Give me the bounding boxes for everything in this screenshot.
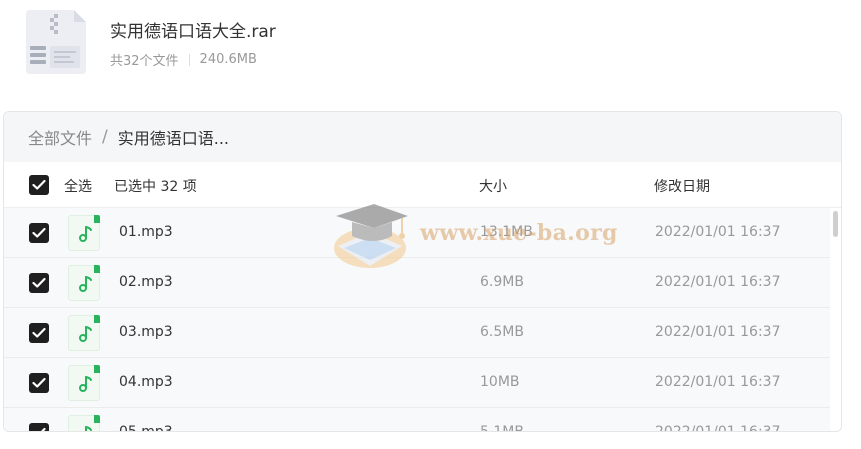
archive-meta: 共32个文件 240.6MB	[110, 50, 257, 69]
file-date: 2022/01/01 16:37	[655, 224, 781, 240]
selected-count: 已选中 32 项	[114, 179, 197, 195]
archive-header: 实用德语口语大全.rar 共32个文件 240.6MB	[0, 0, 861, 100]
file-size: 6.5MB	[480, 324, 524, 340]
file-name: 03.mp3	[119, 324, 173, 340]
meta-divider	[188, 53, 190, 66]
file-size: 5.1MB	[480, 424, 524, 432]
checkmark-icon	[32, 327, 46, 338]
row-checkbox[interactable]	[29, 273, 49, 293]
table-row[interactable]: 05.mp3 5.1MB 2022/01/01 16:37	[4, 408, 830, 432]
file-count: 共32个文件	[110, 54, 179, 69]
file-date: 2022/01/01 16:37	[655, 374, 781, 390]
table-row[interactable]: 03.mp3 6.5MB 2022/01/01 16:37	[4, 308, 830, 358]
audio-file-icon	[68, 315, 100, 351]
row-checkbox[interactable]	[29, 373, 49, 393]
audio-file-icon	[68, 215, 100, 251]
watermark-text: www.xue-ba.org	[420, 220, 618, 246]
breadcrumb: 全部文件 / 实用德语口语...	[4, 112, 841, 162]
watermark: www.xue-ba.org	[330, 198, 620, 276]
row-checkbox[interactable]	[29, 323, 49, 343]
checkmark-icon	[41, 427, 46, 431]
audio-file-icon	[68, 365, 100, 401]
file-name: 05.mp3	[119, 424, 173, 432]
date-column-header[interactable]: 修改日期	[654, 176, 710, 196]
audio-file-icon	[68, 265, 100, 301]
checkmark-icon	[32, 179, 46, 190]
size-column-header[interactable]: 大小	[479, 176, 507, 196]
select-all-checkbox[interactable]	[29, 175, 49, 195]
file-name: 02.mp3	[119, 274, 173, 290]
file-date: 2022/01/01 16:37	[655, 324, 781, 340]
select-all-label[interactable]: 全选	[64, 176, 92, 196]
checkmark-icon	[32, 377, 46, 388]
archive-title: 实用德语口语大全.rar	[110, 22, 276, 42]
file-date: 2022/01/01 16:37	[655, 274, 781, 290]
rar-archive-icon	[24, 10, 86, 74]
checkmark-icon	[32, 227, 46, 238]
breadcrumb-separator: /	[102, 127, 108, 147]
file-date: 2022/01/01 16:37	[655, 424, 781, 432]
file-size: 6.9MB	[480, 274, 524, 290]
row-checkbox[interactable]	[29, 423, 49, 431]
table-row[interactable]: 04.mp3 10MB 2022/01/01 16:37	[4, 358, 830, 408]
audio-file-icon	[68, 415, 100, 431]
graduation-cap-icon	[334, 204, 408, 268]
breadcrumb-current: 实用德语口语...	[117, 129, 230, 148]
file-size: 10MB	[480, 374, 520, 390]
file-name: 01.mp3	[119, 224, 173, 240]
scrollbar-thumb[interactable]	[833, 211, 838, 237]
file-name: 04.mp3	[119, 374, 173, 390]
checkmark-icon	[32, 277, 46, 288]
archive-size: 240.6MB	[199, 52, 257, 67]
row-checkbox[interactable]	[29, 223, 49, 243]
breadcrumb-root[interactable]: 全部文件	[28, 125, 92, 149]
